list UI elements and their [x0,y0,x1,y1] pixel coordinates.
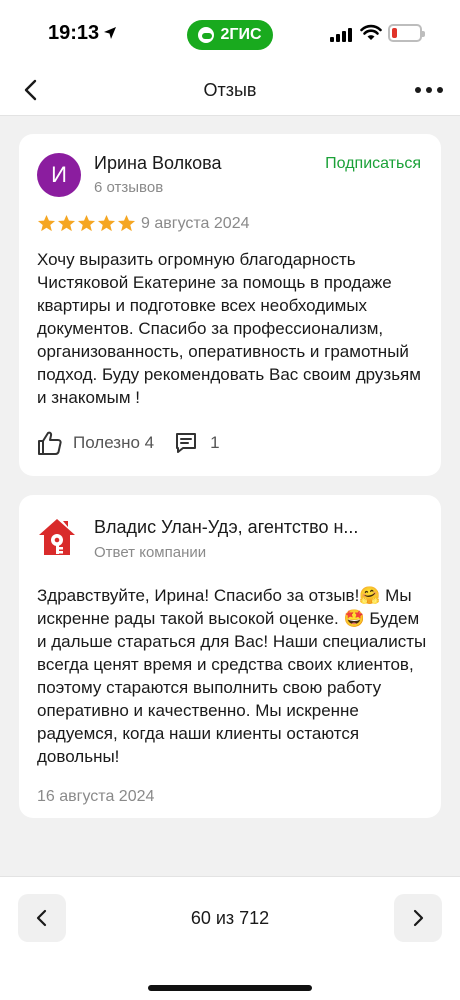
reply-date: 16 августа 2024 [37,788,155,805]
review-actions: Полезно 4 1 [37,430,220,456]
company-reply-card: Владис Улан-Удэ, агентство н... Ответ ко… [19,495,441,818]
star-icon [37,214,56,232]
star-icon [77,214,96,232]
more-options-icon[interactable] [415,80,445,100]
rating-stars [37,214,136,233]
brand-label: 2ГИС [220,26,262,43]
helpful-button[interactable]: Полезно 4 [73,433,154,453]
author-review-count: 6 отзывов [94,179,164,196]
company-logo-icon[interactable] [37,517,77,557]
avatar[interactable]: И [37,153,81,197]
brand-badge[interactable]: 2ГИС [187,20,273,50]
home-indicator [148,985,312,991]
pager-position: 60 из 712 [190,908,270,928]
comment-icon[interactable] [174,431,198,455]
reply-text: Здравствуйте, Ирина! Спасибо за отзыв!🤗 … [37,586,427,766]
review-text: Хочу выразить огромную благодарность Чис… [37,250,421,407]
brand-logo-icon [198,27,215,43]
cellular-signal-icon [330,28,352,42]
company-name[interactable]: Владис Улан-Удэ, агентство н... [94,517,358,538]
comment-count[interactable]: 1 [210,433,219,453]
nav-bar: Отзыв [0,70,460,116]
author-name[interactable]: Ирина Волкова [94,153,222,174]
subscribe-button[interactable]: Подписаться [325,155,421,173]
next-review-button[interactable] [394,894,442,942]
star-icon [57,214,76,232]
star-icon [117,214,136,232]
star-icon [97,214,116,232]
status-time: 19:13 [48,22,100,44]
page-title: Отзыв [203,80,257,100]
chevron-right-icon [413,909,424,927]
company-reply-label: Ответ компании [94,544,207,561]
review-date: 9 августа 2024 [141,215,250,232]
status-bar: 19:13 2ГИС [0,0,460,70]
location-arrow-icon [104,27,116,39]
battery-icon [388,24,425,42]
wifi-icon [360,24,382,40]
bottom-pager-bar: 60 из 712 [0,876,460,1000]
thumbs-up-icon[interactable] [37,430,63,456]
review-card: И Ирина Волкова 6 отзывов Подписаться 9 … [19,134,441,476]
